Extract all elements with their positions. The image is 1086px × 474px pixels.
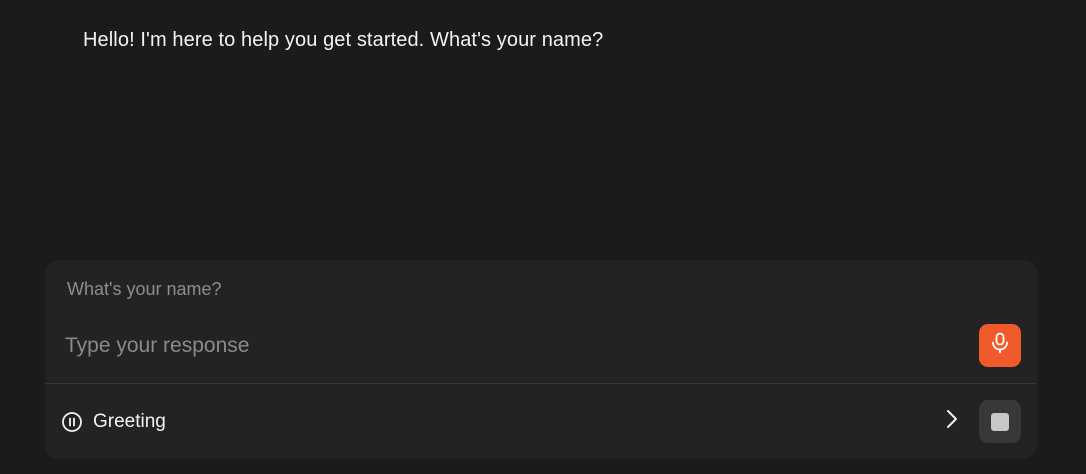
chevron-right-icon — [945, 409, 959, 434]
step-label: Greeting — [93, 411, 166, 432]
question-label: What's your name? — [67, 279, 222, 299]
next-step-button[interactable] — [938, 406, 966, 436]
chat-screen: Hello! I'm here to help you get started.… — [0, 0, 1086, 474]
status-bar: Greeting — [45, 384, 1037, 459]
microphone-button[interactable] — [979, 324, 1021, 367]
microphone-icon — [990, 332, 1010, 359]
pause-circle-icon[interactable] — [61, 411, 83, 433]
response-panel: What's your name? Greeting — [45, 260, 1037, 459]
response-input[interactable] — [63, 330, 947, 362]
stop-button[interactable] — [979, 400, 1021, 443]
assistant-message: Hello! I'm here to help you get started.… — [83, 29, 604, 51]
stop-square-icon — [991, 412, 1009, 431]
